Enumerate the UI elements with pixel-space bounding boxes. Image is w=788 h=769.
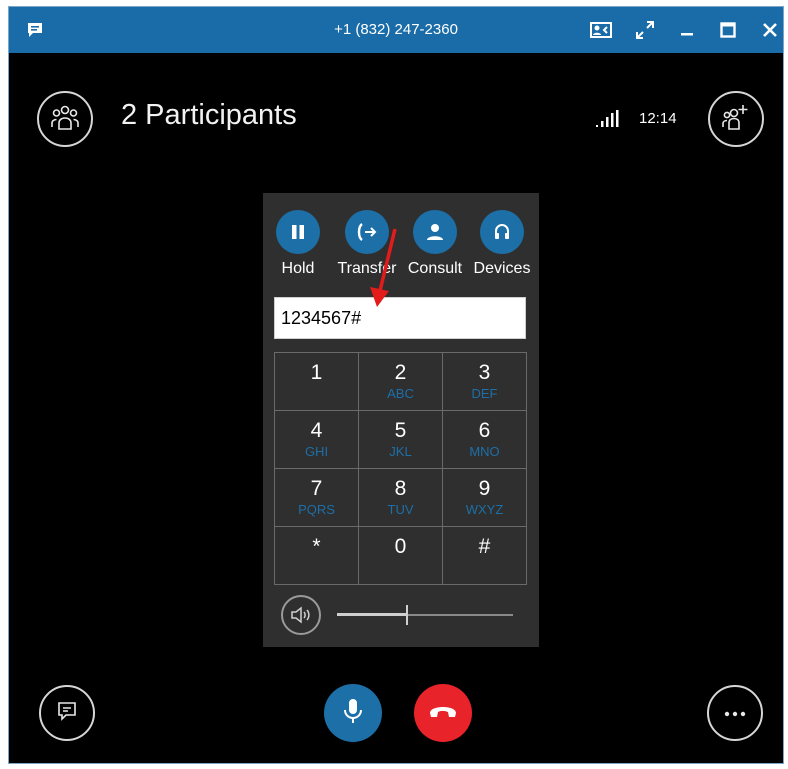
participants-icon [50, 103, 80, 136]
more-options-button[interactable] [707, 685, 763, 741]
key-digit: * [312, 535, 321, 558]
key-letters: ABC [387, 386, 414, 401]
headset-icon [480, 210, 524, 254]
im-icon [56, 700, 78, 727]
volume-fill [337, 613, 408, 616]
key-digit: 6 [478, 419, 491, 442]
key-6[interactable]: 6 MNO [443, 411, 527, 469]
more-options-icon [723, 704, 747, 722]
hang-up-icon [428, 703, 458, 724]
key-letters: DEF [471, 386, 498, 401]
call-timer: 12:14 [639, 110, 677, 127]
key-digit: 1 [310, 361, 323, 384]
key-letters: MNO [469, 444, 500, 459]
key-letters: WXYZ [465, 502, 504, 517]
key-hash[interactable]: # [443, 527, 527, 585]
consult-button[interactable]: Consult [405, 210, 465, 278]
key-3[interactable]: 3 DEF [443, 353, 527, 411]
title-bar: +1 (832) 247-2360 [9, 7, 783, 53]
keypad: 1 2 ABC 3 DEF 4 GHI 5 JKL 6 MNO 7 PQRS 8 TUV 9 W… [274, 352, 527, 585]
minimize-icon[interactable] [675, 7, 699, 53]
contact-card-icon[interactable] [587, 7, 615, 53]
microphone-icon [342, 697, 364, 730]
popout-icon[interactable] [631, 7, 659, 53]
devices-label: Devices [473, 260, 531, 277]
key-letters: GHI [304, 444, 329, 459]
close-icon[interactable] [757, 7, 783, 53]
key-digit: 2 [394, 361, 407, 384]
devices-button[interactable]: Devices [472, 210, 532, 278]
volume-slider[interactable] [337, 605, 513, 625]
red-arrow-icon [370, 228, 397, 307]
speaker-icon[interactable] [281, 595, 321, 635]
key-digit: 3 [478, 361, 491, 384]
key-letters: PQRS [298, 502, 335, 517]
key-0[interactable]: 0 [359, 527, 443, 585]
participants-count: 2 Participants [121, 99, 297, 131]
participants-button[interactable] [37, 91, 93, 147]
key-digit: # [478, 535, 491, 558]
window-title: +1 (832) 247-2360 [334, 21, 458, 38]
key-digit: 0 [394, 535, 407, 558]
person-icon [413, 210, 457, 254]
key-8[interactable]: 8 TUV [359, 469, 443, 527]
add-participant-button[interactable] [708, 91, 764, 147]
key-digit: 5 [394, 419, 407, 442]
key-digit: 7 [310, 477, 323, 500]
mute-button[interactable] [324, 684, 382, 742]
key-digit: 9 [478, 477, 491, 500]
signal-icon [595, 110, 619, 128]
key-1[interactable]: 1 [275, 353, 359, 411]
hang-up-button[interactable] [414, 684, 472, 742]
key-star[interactable]: * [275, 527, 359, 585]
im-button[interactable] [39, 685, 95, 741]
pause-icon [276, 210, 320, 254]
key-5[interactable]: 5 JKL [359, 411, 443, 469]
key-digit: 4 [310, 419, 323, 442]
maximize-icon[interactable] [715, 7, 741, 53]
key-7[interactable]: 7 PQRS [275, 469, 359, 527]
key-2[interactable]: 2 ABC [359, 353, 443, 411]
key-letters: JKL [389, 444, 412, 459]
add-participant-icon [721, 103, 751, 136]
call-window: +1 (832) 247-2360 2 Participants 12:14 H… [8, 6, 784, 764]
key-letters: TUV [387, 502, 414, 517]
consult-label: Consult [407, 260, 463, 277]
key-4[interactable]: 4 GHI [275, 411, 359, 469]
hold-label: Hold [281, 260, 315, 277]
hold-button[interactable]: Hold [268, 210, 328, 278]
key-digit: 8 [394, 477, 407, 500]
volume-slider-thumb[interactable] [406, 605, 409, 625]
key-9[interactable]: 9 WXYZ [443, 469, 527, 527]
